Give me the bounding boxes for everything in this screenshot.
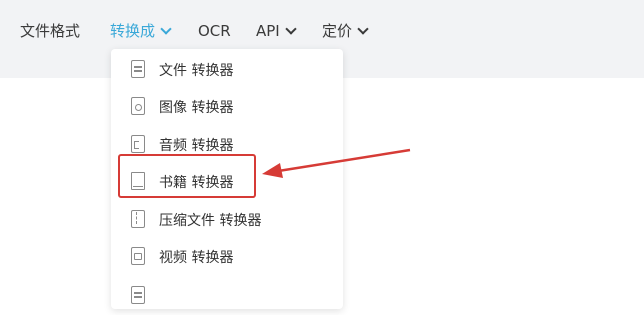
arrow-shaft [271, 148, 411, 174]
annotation-arrow [262, 148, 411, 178]
arrow-head [262, 163, 283, 178]
